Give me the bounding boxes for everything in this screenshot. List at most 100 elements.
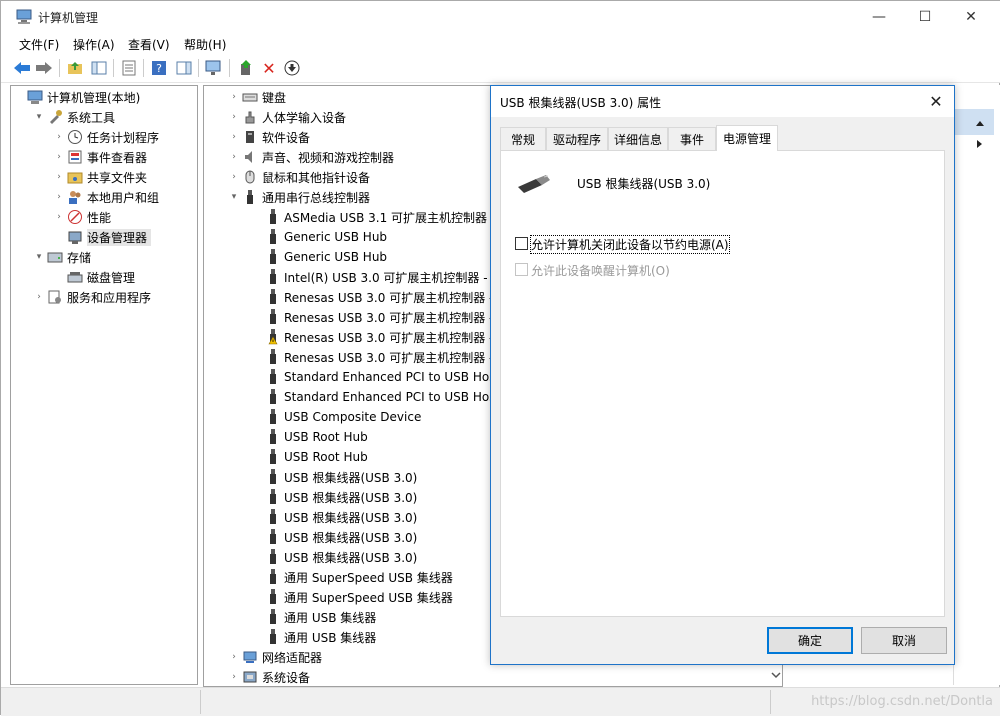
device-category[interactable]: ▾ 通用串行总线控制器	[228, 187, 370, 207]
update-driver-button[interactable]	[236, 59, 256, 77]
mouse-icon	[245, 170, 255, 184]
device-name: USB 根集线器(USB 3.0)	[577, 177, 711, 191]
menu-help[interactable]: 帮助(H)	[184, 36, 226, 53]
scroll-down-icon[interactable]	[769, 668, 783, 682]
back-button[interactable]	[12, 59, 32, 77]
maximize-button[interactable]: ☐	[902, 1, 948, 32]
uninstall-device-button[interactable]: ✕	[259, 59, 279, 78]
collapsed-arrow-icon[interactable]: ›	[228, 672, 240, 682]
collapsed-arrow-icon[interactable]: ›	[53, 132, 65, 142]
usb-device-item[interactable]: ASMedia USB 3.1 可扩展主机控制器 -	[266, 207, 495, 227]
network-adapter-icon	[243, 651, 257, 663]
usb-device-item[interactable]: Standard Enhanced PCI to USB Host	[266, 387, 500, 407]
tab-general[interactable]: 常规	[500, 127, 546, 150]
device-category[interactable]: › 人体学输入设备	[228, 107, 346, 127]
usb-device-item[interactable]: Renesas USB 3.0 可扩展主机控制器 -	[266, 287, 493, 307]
usb-device-item[interactable]: Standard Enhanced PCI to USB Host	[266, 367, 500, 387]
console-tree-item[interactable]: › 事件查看器	[53, 147, 147, 167]
usb-device-item[interactable]: 通用 SuperSpeed USB 集线器	[266, 567, 453, 587]
device-category[interactable]: › 系统设备	[228, 667, 310, 686]
console-tree-item[interactable]: ▾ 存储	[33, 247, 91, 267]
ok-label: 确定	[797, 634, 822, 648]
export-list-button[interactable]	[119, 59, 139, 77]
device-item-label: 人体学输入设备	[262, 110, 347, 125]
tab-power-management[interactable]: 电源管理	[716, 125, 778, 151]
disable-device-button[interactable]	[282, 59, 302, 77]
usb-device-item[interactable]: 通用 USB 集线器	[266, 607, 376, 627]
forward-button[interactable]	[34, 59, 54, 77]
usb-device-item[interactable]: Renesas USB 3.0 可扩展主机控制器 -	[266, 347, 493, 367]
device-category[interactable]: › 鼠标和其他指针设备	[228, 167, 370, 187]
action-pane-button[interactable]	[174, 59, 194, 77]
tab-driver[interactable]: 驱动程序	[546, 127, 608, 150]
usb-device-item[interactable]: Renesas USB 3.0 可扩展主机控制器 -	[266, 307, 493, 327]
expanded-arrow-icon[interactable]: ▾	[33, 112, 45, 122]
collapsed-arrow-icon[interactable]: ›	[228, 152, 240, 162]
usb-device-item[interactable]: 通用 USB 集线器	[266, 627, 376, 647]
menu-file[interactable]: 文件(F)	[19, 36, 59, 53]
submenu-arrow-icon[interactable]	[976, 139, 984, 149]
console-tree-item[interactable]: › 共享文件夹	[53, 167, 147, 187]
usb-device-item[interactable]: Generic USB Hub	[266, 227, 387, 247]
collapsed-arrow-icon[interactable]: ›	[228, 652, 240, 662]
collapsed-arrow-icon[interactable]: ›	[228, 132, 240, 142]
expanded-arrow-icon[interactable]: ▾	[33, 252, 45, 262]
clock-icon	[68, 130, 82, 144]
usb-device-item[interactable]: USB Composite Device	[266, 407, 421, 427]
tab-label: 电源管理	[722, 132, 771, 146]
usb-device-item[interactable]: USB 根集线器(USB 3.0)	[266, 527, 417, 547]
console-tree-item[interactable]: › 任务计划程序	[53, 127, 159, 147]
svg-text:?: ?	[156, 62, 162, 75]
ok-button[interactable]: 确定	[767, 627, 853, 654]
title-bar: 计算机管理 — ☐ ✕	[1, 1, 1000, 32]
console-tree-item[interactable]: 计算机管理(本地)	[13, 87, 140, 107]
console-tree-item[interactable]: › 性能	[53, 207, 111, 227]
usb-device-item[interactable]: 通用 SuperSpeed USB 集线器	[266, 587, 453, 607]
device-category[interactable]: › 键盘	[228, 87, 286, 107]
expanded-arrow-icon[interactable]: ▾	[228, 192, 240, 202]
usb-device-item[interactable]: USB Root Hub	[266, 427, 368, 447]
usb-device-item[interactable]: Intel(R) USB 3.0 可扩展主机控制器 - 1	[266, 267, 499, 287]
usb-device-item[interactable]: USB 根集线器(USB 3.0)	[266, 467, 417, 487]
console-tree-item[interactable]: › 本地用户和组	[53, 187, 159, 207]
show-hide-tree-button[interactable]	[89, 59, 109, 77]
usb-plug-icon	[270, 209, 276, 224]
collapsed-arrow-icon[interactable]: ›	[228, 92, 240, 102]
usb-device-item[interactable]: USB 根集线器(USB 3.0)	[266, 547, 417, 567]
device-category[interactable]: › 网络适配器	[228, 647, 322, 667]
actions-header[interactable]	[954, 109, 994, 135]
allow-power-off-checkbox[interactable]	[515, 237, 528, 250]
minimize-button[interactable]: —	[856, 1, 902, 32]
collapsed-arrow-icon[interactable]: ›	[228, 172, 240, 182]
menu-view[interactable]: 查看(V)	[128, 36, 170, 53]
usb-device-item[interactable]: USB 根集线器(USB 3.0)	[266, 487, 417, 507]
collapsed-arrow-icon[interactable]: ›	[228, 112, 240, 122]
console-tree-item[interactable]: 设备管理器	[53, 227, 152, 247]
usb-device-item[interactable]: USB 根集线器(USB 3.0)	[266, 507, 417, 527]
collapsed-arrow-icon[interactable]: ›	[53, 172, 65, 182]
dialog-title: USB 根集线器(USB 3.0) 属性	[500, 96, 662, 110]
device-category[interactable]: › 软件设备	[228, 127, 310, 147]
console-tree-item[interactable]: 磁盘管理	[53, 267, 135, 287]
collapsed-arrow-icon[interactable]: ›	[33, 292, 45, 302]
tab-events[interactable]: 事件	[668, 127, 716, 150]
device-category[interactable]: › 声音、视频和游戏控制器	[228, 147, 394, 167]
console-tree-item[interactable]: ▾ 系统工具	[33, 107, 115, 127]
collapsed-arrow-icon[interactable]: ›	[53, 152, 65, 162]
usb-device-item[interactable]: Renesas USB 3.0 可扩展主机控制器 -	[266, 327, 493, 347]
tab-details[interactable]: 详细信息	[608, 127, 668, 150]
close-window-button[interactable]: ✕	[948, 1, 994, 32]
dialog-close-button[interactable]: ✕	[924, 90, 948, 112]
scan-hardware-button[interactable]	[204, 59, 224, 77]
help-button[interactable]: ?	[149, 59, 169, 77]
collapsed-arrow-icon[interactable]: ›	[53, 192, 65, 202]
console-tree-item[interactable]: › 服务和应用程序	[33, 287, 151, 307]
cancel-button[interactable]: 取消	[861, 627, 947, 654]
menu-action[interactable]: 操作(A)	[73, 36, 115, 53]
usb-device-item[interactable]: Generic USB Hub	[266, 247, 387, 267]
allow-power-off-label[interactable]: 允许计算机关闭此设备以节约电源(A)	[530, 235, 730, 254]
usb-plug-icon	[270, 229, 276, 244]
usb-device-item[interactable]: USB Root Hub	[266, 447, 368, 467]
collapsed-arrow-icon[interactable]: ›	[53, 212, 65, 222]
up-level-button[interactable]	[65, 59, 85, 77]
